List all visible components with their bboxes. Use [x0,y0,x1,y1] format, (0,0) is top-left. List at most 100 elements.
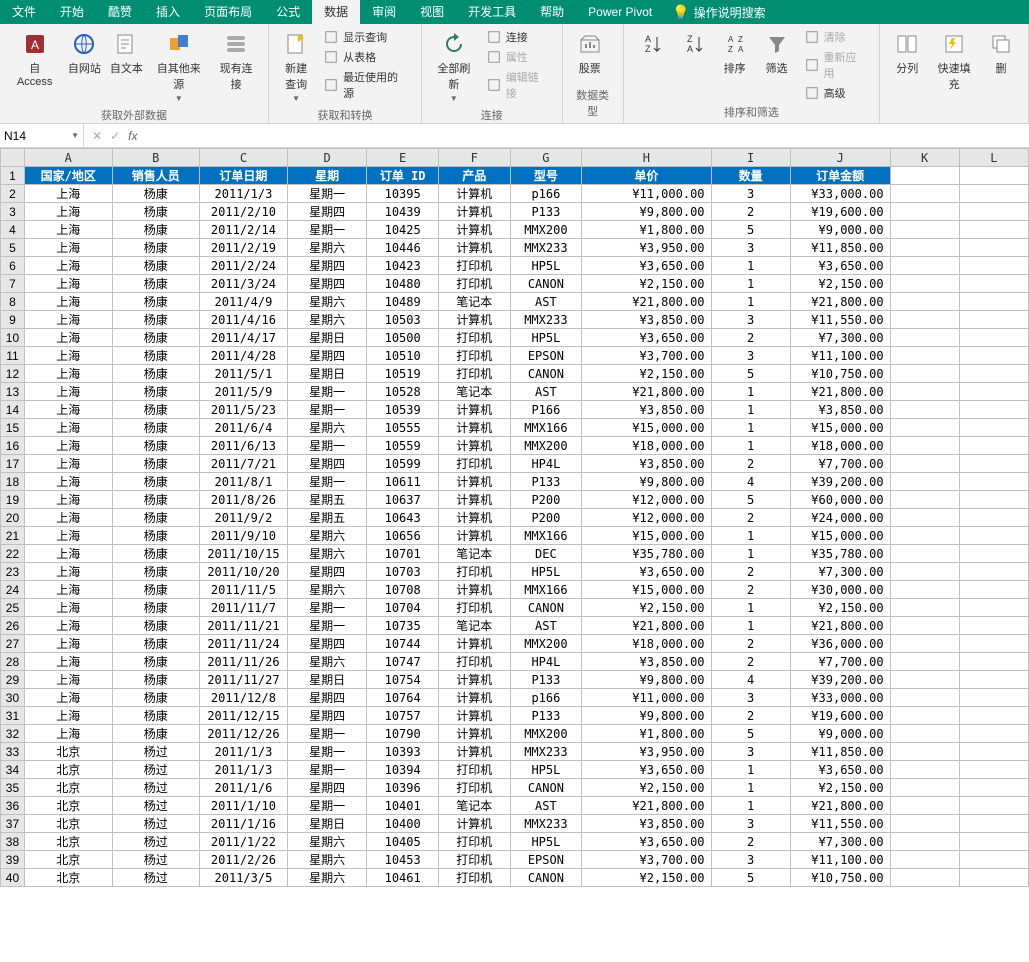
cell[interactable]: 杨康 [112,221,200,239]
cell[interactable]: 10401 [367,797,439,815]
cell[interactable]: 2011/1/22 [200,833,288,851]
cell[interactable]: ¥35,780.00 [582,545,711,563]
from-access-button[interactable]: A自 Access [8,28,61,90]
cell[interactable] [959,167,1028,185]
cell[interactable]: 计算机 [439,815,511,833]
cell[interactable]: 10439 [367,203,439,221]
cell[interactable]: 计算机 [439,239,511,257]
cell[interactable] [959,653,1028,671]
row-header[interactable]: 35 [1,779,25,797]
row-header[interactable]: 34 [1,761,25,779]
cell[interactable]: 10446 [367,239,439,257]
cell[interactable] [890,473,959,491]
cell[interactable]: 打印机 [439,257,511,275]
row-header[interactable]: 25 [1,599,25,617]
cell[interactable]: 2011/6/4 [200,419,288,437]
cell[interactable]: 上海 [24,473,112,491]
cell[interactable]: 计算机 [439,401,511,419]
cell[interactable]: 10400 [367,815,439,833]
cell[interactable]: 星期四 [287,635,366,653]
cell[interactable]: 上海 [24,617,112,635]
cell[interactable]: ¥11,550.00 [790,311,890,329]
cell[interactable]: ¥21,800.00 [582,617,711,635]
table-header-cell[interactable]: 星期 [287,167,366,185]
cell[interactable]: 星期六 [287,851,366,869]
fx-icon[interactable]: fx [128,129,141,143]
cell[interactable]: 杨康 [112,527,200,545]
cell[interactable] [890,293,959,311]
row-header[interactable]: 40 [1,869,25,887]
cell[interactable] [959,797,1028,815]
row-header[interactable]: 5 [1,239,25,257]
cell[interactable]: 打印机 [439,275,511,293]
cell[interactable]: 星期六 [287,293,366,311]
cell[interactable]: 星期四 [287,257,366,275]
cell[interactable]: 星期六 [287,833,366,851]
cell[interactable]: 1 [711,257,790,275]
cell[interactable] [959,311,1028,329]
cell[interactable]: 杨康 [112,383,200,401]
cell[interactable]: P133 [510,203,582,221]
cell[interactable]: 计算机 [439,185,511,203]
cell[interactable]: 杨康 [112,257,200,275]
stocks-button[interactable]: 股票 [571,28,609,78]
cell[interactable]: 2011/1/10 [200,797,288,815]
cell[interactable] [890,509,959,527]
cell[interactable]: AST [510,383,582,401]
cell[interactable] [890,815,959,833]
cell[interactable] [959,779,1028,797]
cell[interactable]: ¥3,850.00 [790,401,890,419]
cell[interactable]: ¥15,000.00 [582,581,711,599]
cell[interactable]: 2011/4/17 [200,329,288,347]
cell[interactable]: 1 [711,779,790,797]
cell[interactable]: 10637 [367,491,439,509]
cell[interactable]: 杨康 [112,599,200,617]
cell[interactable]: 1 [711,599,790,617]
row-header[interactable]: 30 [1,689,25,707]
cell[interactable]: 上海 [24,347,112,365]
cell[interactable]: 上海 [24,203,112,221]
cell[interactable]: ¥7,300.00 [790,563,890,581]
row-header[interactable]: 7 [1,275,25,293]
row-header[interactable]: 10 [1,329,25,347]
cell[interactable]: 星期六 [287,545,366,563]
cell[interactable]: 10764 [367,689,439,707]
col-header-E[interactable]: E [367,149,439,167]
cell[interactable] [890,365,959,383]
cell[interactable]: 2011/12/8 [200,689,288,707]
cell[interactable]: 2011/4/9 [200,293,288,311]
cell[interactable]: 杨过 [112,833,200,851]
row-header[interactable]: 12 [1,365,25,383]
cell[interactable]: 打印机 [439,563,511,581]
cell[interactable] [890,689,959,707]
cell[interactable]: 2011/4/28 [200,347,288,365]
cell[interactable]: 星期一 [287,725,366,743]
filter-button[interactable]: 筛选 [758,28,796,78]
cell[interactable]: p166 [510,689,582,707]
cell[interactable]: 计算机 [439,743,511,761]
table-header-cell[interactable]: 订单金额 [790,167,890,185]
cell[interactable]: 杨康 [112,419,200,437]
cell[interactable]: 10539 [367,401,439,419]
cell[interactable] [890,221,959,239]
cell[interactable]: 2011/8/26 [200,491,288,509]
cell[interactable]: 2011/1/3 [200,761,288,779]
cell[interactable]: ¥21,800.00 [790,617,890,635]
name-box-dropdown-icon[interactable]: ▼ [71,131,79,140]
cell[interactable]: 星期一 [287,383,366,401]
cell[interactable]: 计算机 [439,473,511,491]
row-header[interactable]: 37 [1,815,25,833]
cell[interactable]: ¥10,750.00 [790,869,890,887]
cell[interactable] [959,257,1028,275]
cell[interactable]: 星期日 [287,329,366,347]
cell[interactable]: ¥36,000.00 [790,635,890,653]
cell[interactable]: 计算机 [439,527,511,545]
row-header[interactable]: 9 [1,311,25,329]
table-header-cell[interactable]: 销售人员 [112,167,200,185]
existing-conn-button[interactable]: 现有连接 [212,28,260,94]
cell[interactable]: 上海 [24,527,112,545]
name-box[interactable]: ▼ [0,124,84,147]
cell[interactable]: ¥18,000.00 [582,437,711,455]
menubar-tab-0[interactable]: 文件 [0,0,48,24]
cell[interactable]: 2011/4/16 [200,311,288,329]
